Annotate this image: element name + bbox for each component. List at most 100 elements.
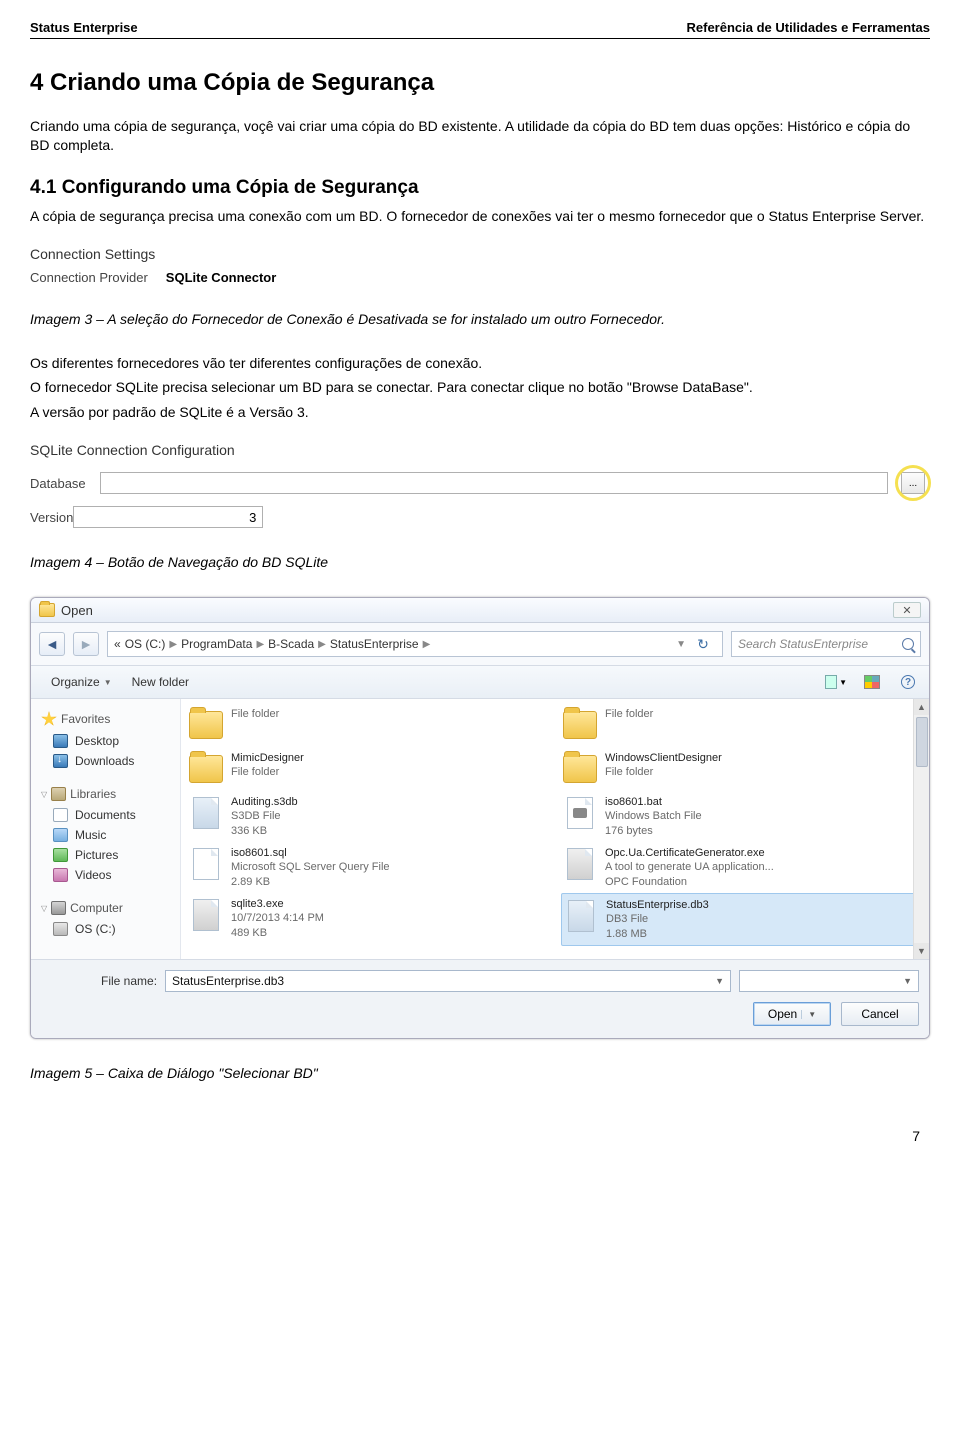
chevron-down-icon[interactable]: ▼ bbox=[676, 639, 686, 650]
open-file-dialog: Open ✕ ◄ ► « OS (C:)▶ ProgramData▶ B-Sca… bbox=[30, 597, 930, 1039]
sidebar-item-videos[interactable]: Videos bbox=[35, 865, 176, 885]
file-item[interactable]: sqlite3.exe10/7/2013 4:14 PM489 KB bbox=[187, 893, 549, 944]
subsection-title: 4.1 Configurando uma Cópia de Segurança bbox=[30, 177, 930, 199]
file-item[interactable]: StatusEnterprise.db3DB3 File1.88 MB bbox=[561, 893, 923, 946]
file-icon bbox=[563, 795, 597, 831]
scroll-up-icon[interactable]: ▲ bbox=[914, 699, 929, 715]
chevron-right-icon: ▶ bbox=[318, 639, 326, 650]
nav-back-button[interactable]: ◄ bbox=[39, 632, 65, 656]
sidebar-item-documents[interactable]: Documents bbox=[35, 805, 176, 825]
filename-label: File name: bbox=[41, 974, 157, 988]
version-input[interactable] bbox=[73, 506, 263, 528]
videos-icon bbox=[53, 868, 68, 882]
image-caption-5: Imagem 5 – Caixa de Diálogo "Selecionar … bbox=[30, 1064, 930, 1083]
database-label: Database bbox=[30, 476, 100, 491]
breadcrumb-part[interactable]: StatusEnterprise bbox=[330, 637, 419, 651]
header-right: Referência de Utilidades e Ferramentas bbox=[687, 20, 931, 35]
dialog-title: Open bbox=[61, 603, 93, 618]
file-item[interactable]: iso8601.sqlMicrosoft SQL Server Query Fi… bbox=[187, 842, 549, 893]
cancel-button[interactable]: Cancel bbox=[841, 1002, 919, 1026]
chevron-right-icon: ▶ bbox=[169, 639, 177, 650]
browse-database-button[interactable]: ... bbox=[901, 472, 925, 494]
close-button[interactable]: ✕ bbox=[893, 602, 921, 618]
documents-icon bbox=[53, 808, 68, 822]
sidebar-item-downloads[interactable]: Downloads bbox=[35, 751, 176, 771]
new-folder-button[interactable]: New folder bbox=[122, 672, 199, 692]
paragraph: A cópia de segurança precisa uma conexão… bbox=[30, 207, 930, 226]
view-tiles-icon[interactable]: ▼ bbox=[825, 673, 847, 691]
downloads-icon bbox=[53, 754, 68, 768]
libraries-icon bbox=[51, 787, 66, 801]
file-icon bbox=[189, 707, 223, 743]
sidebar-item-music[interactable]: Music bbox=[35, 825, 176, 845]
chevron-down-icon[interactable]: ▽ bbox=[41, 790, 47, 799]
nav-forward-button[interactable]: ► bbox=[73, 632, 99, 656]
scroll-thumb[interactable] bbox=[916, 717, 928, 767]
file-type-filter[interactable]: ▼ bbox=[739, 970, 919, 992]
image-caption-4: Imagem 4 – Botão de Navegação do BD SQLi… bbox=[30, 553, 930, 572]
chevron-down-icon: ▼ bbox=[104, 678, 112, 687]
paragraph: A versão por padrão de SQLite é a Versão… bbox=[30, 403, 930, 422]
drive-icon bbox=[53, 922, 68, 936]
header-left: Status Enterprise bbox=[30, 20, 138, 35]
search-icon bbox=[902, 638, 914, 650]
breadcrumb-part[interactable]: « bbox=[114, 637, 121, 651]
sidebar-item-desktop[interactable]: Desktop bbox=[35, 731, 176, 751]
page-header: Status Enterprise Referência de Utilidad… bbox=[30, 20, 930, 39]
search-placeholder: Search StatusEnterprise bbox=[738, 637, 868, 651]
file-item[interactable]: File folder bbox=[187, 703, 549, 747]
breadcrumb-part[interactable]: ProgramData bbox=[181, 637, 252, 651]
breadcrumb[interactable]: « OS (C:)▶ ProgramData▶ B-Scada▶ StatusE… bbox=[107, 631, 723, 657]
chevron-right-icon: ▶ bbox=[423, 639, 431, 650]
connection-provider-label: Connection Provider bbox=[30, 270, 148, 285]
sidebar-computer[interactable]: Computer bbox=[70, 901, 123, 915]
chevron-down-icon[interactable]: ▼ bbox=[715, 976, 724, 986]
open-button[interactable]: Open ▼ bbox=[753, 1002, 831, 1026]
database-input[interactable] bbox=[100, 472, 888, 494]
scrollbar[interactable]: ▲ ▼ bbox=[913, 699, 929, 959]
sidebar-libraries[interactable]: Libraries bbox=[70, 787, 116, 801]
chevron-down-icon[interactable]: ▽ bbox=[41, 904, 47, 913]
image-caption-3: Imagem 3 – A seleção do Fornecedor de Co… bbox=[30, 310, 930, 329]
sidebar-favorites[interactable]: Favorites bbox=[61, 712, 110, 726]
computer-icon bbox=[51, 901, 66, 915]
file-icon bbox=[563, 751, 597, 787]
refresh-icon[interactable]: ↻ bbox=[690, 631, 716, 657]
connection-settings-title: Connection Settings bbox=[30, 246, 930, 262]
search-input[interactable]: Search StatusEnterprise bbox=[731, 631, 921, 657]
file-icon bbox=[563, 707, 597, 743]
breadcrumb-part[interactable]: OS (C:) bbox=[125, 637, 166, 651]
file-item[interactable]: MimicDesignerFile folder bbox=[187, 747, 549, 791]
file-icon bbox=[189, 751, 223, 787]
file-item[interactable]: WindowsClientDesignerFile folder bbox=[561, 747, 923, 791]
sidebar-item-pictures[interactable]: Pictures bbox=[35, 845, 176, 865]
chevron-down-icon[interactable]: ▼ bbox=[801, 1010, 816, 1019]
sidebar-item-drive-c[interactable]: OS (C:) bbox=[35, 919, 176, 939]
file-item[interactable]: Opc.Ua.CertificateGenerator.exeA tool to… bbox=[561, 842, 923, 893]
breadcrumb-part[interactable]: B-Scada bbox=[268, 637, 314, 651]
chevron-down-icon: ▼ bbox=[839, 678, 847, 687]
paragraph: O fornecedor SQLite precisa selecionar u… bbox=[30, 378, 930, 397]
version-label: Version bbox=[30, 510, 73, 525]
scroll-down-icon[interactable]: ▼ bbox=[914, 943, 929, 959]
file-item[interactable]: Auditing.s3dbS3DB File336 KB bbox=[187, 791, 549, 842]
help-icon[interactable]: ? bbox=[897, 673, 919, 691]
file-icon bbox=[189, 795, 223, 831]
sqlite-config-panel: SQLite Connection Configuration Database… bbox=[30, 442, 930, 528]
filename-input[interactable]: StatusEnterprise.db3 ▼ bbox=[165, 970, 731, 992]
dialog-sidebar: Favorites Desktop Downloads ▽ Libraries D… bbox=[31, 699, 181, 959]
section-title: 4 Criando uma Cópia de Segurança bbox=[30, 69, 930, 97]
file-item[interactable]: iso8601.batWindows Batch File176 bytes bbox=[561, 791, 923, 842]
file-list: File folderMimicDesignerFile folderAudit… bbox=[181, 699, 929, 959]
file-icon bbox=[189, 897, 223, 933]
paragraph: Criando uma cópia de segurança, voçê vai… bbox=[30, 117, 930, 155]
music-icon bbox=[53, 828, 68, 842]
desktop-icon bbox=[53, 734, 68, 748]
paragraph: Os diferentes fornecedores vão ter difer… bbox=[30, 354, 930, 373]
file-item[interactable]: File folder bbox=[561, 703, 923, 747]
file-icon bbox=[564, 898, 598, 934]
chevron-right-icon: ▶ bbox=[256, 639, 264, 650]
view-grid-icon[interactable] bbox=[861, 673, 883, 691]
folder-icon bbox=[39, 603, 55, 617]
organize-button[interactable]: Organize▼ bbox=[41, 672, 122, 692]
